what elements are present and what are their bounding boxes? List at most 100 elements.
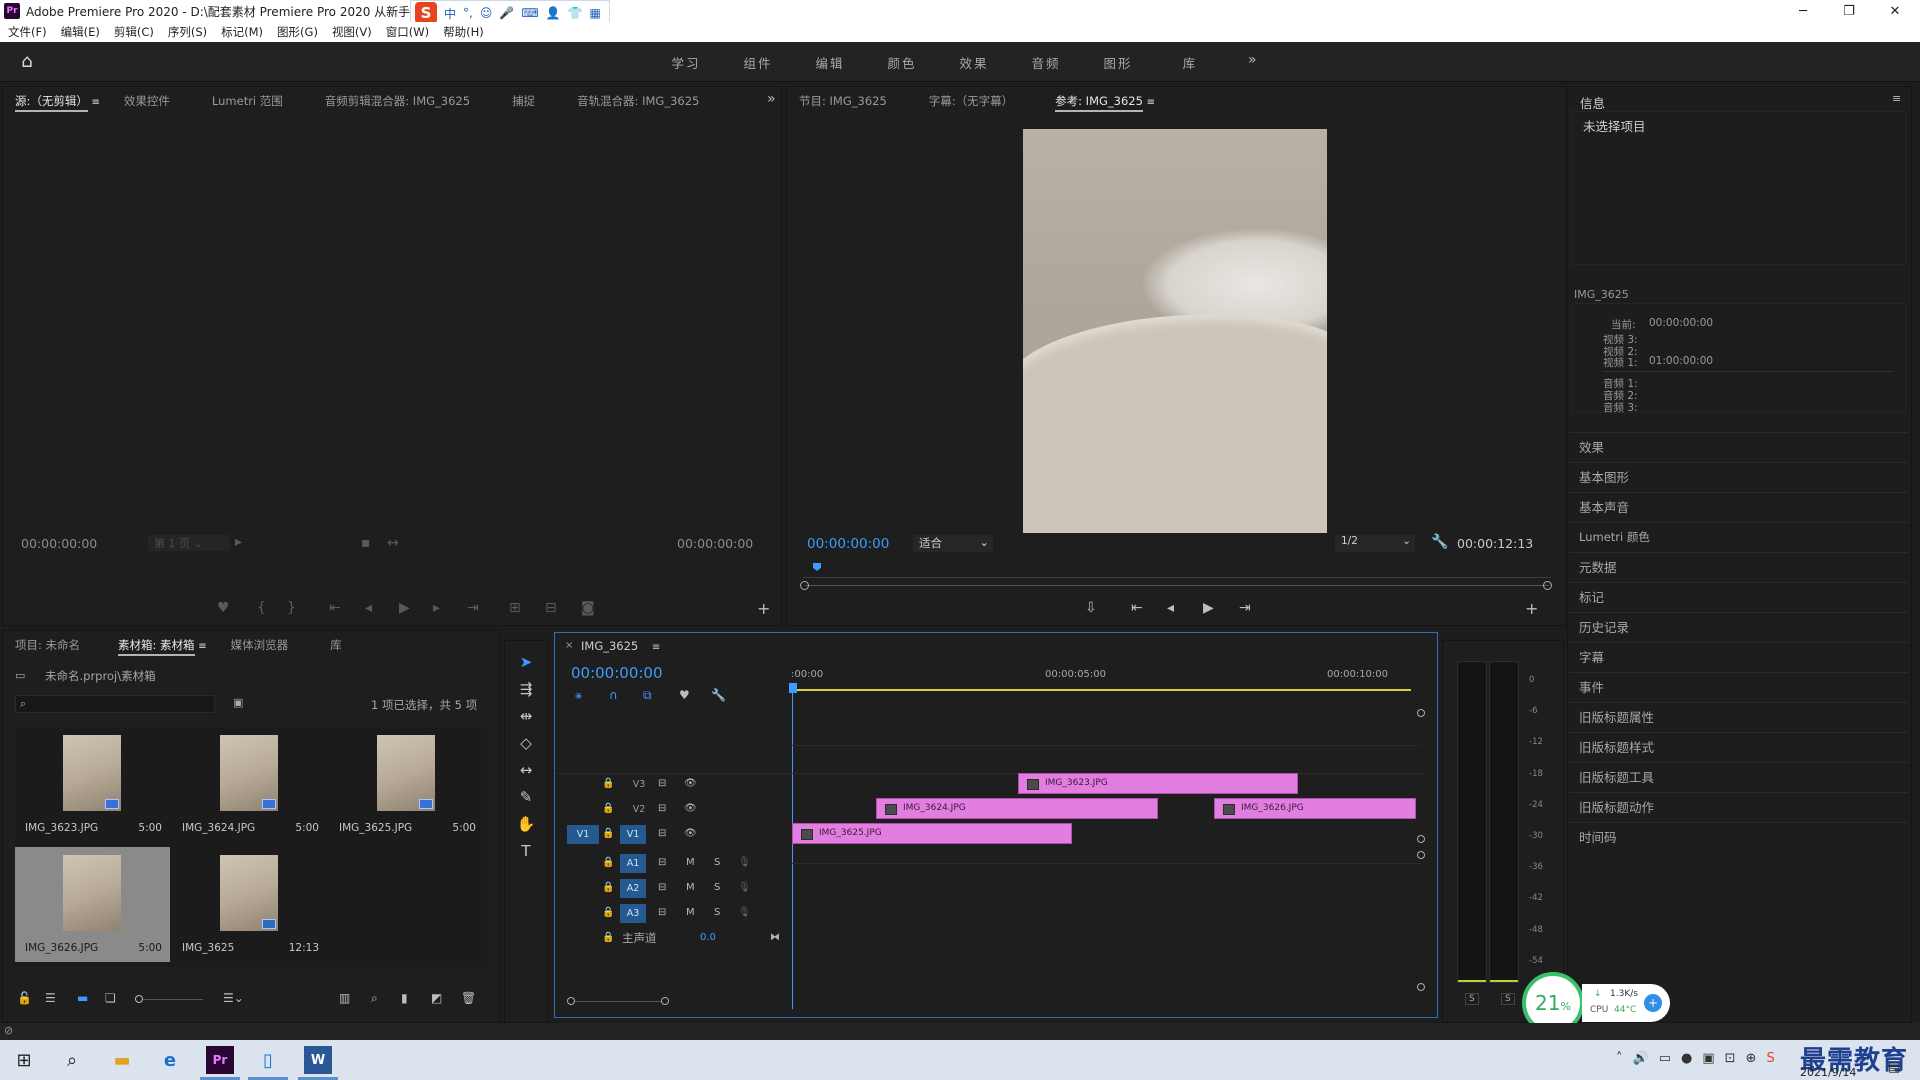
panel-history[interactable]: 历史记录 [1569, 612, 1909, 641]
bin-item[interactable]: IMG_3624.JPG 5:00 [172, 727, 327, 842]
track-lock-icon[interactable]: 🔒 [602, 803, 614, 814]
hand-tool-icon[interactable]: ✋ [515, 813, 537, 835]
source-insert-icon[interactable]: ⊞ [509, 600, 521, 616]
source-overwrite-icon[interactable]: ⊟ [545, 600, 557, 616]
ime-skin-icon[interactable]: 👕 [568, 6, 583, 20]
source-mark-out-icon[interactable]: } [287, 600, 296, 616]
new-search-bin-icon[interactable]: ▣ [233, 696, 243, 709]
tab-media-browser[interactable]: 媒体浏览器 [219, 633, 301, 657]
windows-start-icon[interactable]: ⊞ [10, 1046, 38, 1074]
toggle-track-output-eye-icon[interactable]: 👁 [684, 778, 697, 789]
zoom-slider-track[interactable] [143, 999, 203, 1000]
panel-effects[interactable]: 效果 [1569, 432, 1909, 461]
master-volume-value[interactable]: 0.0 [700, 932, 716, 943]
word-icon[interactable]: W [304, 1046, 332, 1074]
menu-edit[interactable]: 编辑(E) [61, 24, 100, 40]
snap-icon[interactable]: ∩ [609, 688, 618, 702]
timeline-clip[interactable]: IMG_3625.JPG [792, 823, 1072, 844]
slip-tool-icon[interactable]: ↔ [515, 759, 537, 781]
menu-marker[interactable]: 标记(M) [221, 24, 263, 40]
bin-item[interactable]: IMG_3625.JPG 5:00 [329, 727, 484, 842]
toggle-track-output-eye-icon[interactable]: 👁 [684, 803, 697, 814]
tab-project[interactable]: 项目: 未命名 [3, 633, 92, 657]
solo-track-button[interactable]: S [714, 857, 720, 868]
program-go-to-in-icon[interactable]: ⇤ [1131, 600, 1143, 616]
program-play-icon[interactable]: ▶ [1203, 600, 1214, 616]
project-lock-icon[interactable]: 🔓 [17, 991, 32, 1005]
panel-legacy-title-tools[interactable]: 旧版标题工具 [1569, 762, 1909, 791]
tray-volume-icon[interactable]: 🔊 [1633, 1051, 1649, 1066]
track-header-a1[interactable]: 🔒 A1 ⊟ M S 🎙 [556, 851, 792, 876]
ime-emoji-icon[interactable]: ☺ [480, 6, 493, 20]
work-area-bar[interactable] [791, 689, 1411, 691]
program-zoom-bar[interactable] [805, 585, 1549, 586]
track-header-v2[interactable]: 🔒 V2 ⊟ 👁 [556, 797, 792, 822]
program-lift-icon[interactable]: ⇩ [1085, 600, 1097, 616]
timeline-playhead-timecode[interactable]: 00:00:00:00 [571, 664, 663, 682]
workspace-color[interactable]: 颜色 [866, 53, 938, 72]
track-lock-icon[interactable]: 🔒 [602, 828, 614, 839]
bin-item[interactable]: IMG_3625 12:13 [172, 847, 327, 962]
program-zoom-select[interactable]: 适合 ⌄ [913, 535, 993, 552]
ime-voice-icon[interactable]: 🎤 [499, 6, 514, 20]
razor-tool-icon[interactable]: ◇ [515, 732, 537, 754]
workspace-assembly[interactable]: 组件 [722, 53, 794, 72]
boost-rocket-icon[interactable]: + [1644, 994, 1662, 1012]
audio-scroll-handle-top[interactable] [1417, 851, 1425, 859]
track-header-v1[interactable]: V1 🔒 V1 ⊟ 👁 [556, 822, 792, 847]
workspace-learn[interactable]: 学习 [650, 53, 722, 72]
ime-chinese-mode[interactable]: 中 [444, 5, 456, 22]
menu-view[interactable]: 视图(V) [332, 24, 372, 40]
track-lock-icon[interactable]: 🔒 [602, 778, 614, 789]
timeline-settings-wrench-icon[interactable]: 🔧 [711, 688, 726, 702]
source-go-to-out-icon[interactable]: ⇥ [467, 600, 479, 616]
voice-over-record-icon[interactable]: 🎙 [738, 907, 751, 918]
panel-events[interactable]: 事件 [1569, 672, 1909, 701]
linked-selection-icon[interactable]: ⧉ [643, 688, 652, 703]
source-drag-audio-icon[interactable]: ↔ [387, 535, 399, 551]
workspace-editing[interactable]: 编辑 [794, 53, 866, 72]
type-tool-icon[interactable]: T [515, 840, 537, 862]
ime-toolbox-icon[interactable]: ▦ [590, 6, 601, 20]
video-scroll-handle-top[interactable] [1417, 709, 1425, 717]
panel-legacy-title-properties[interactable]: 旧版标题属性 [1569, 702, 1909, 731]
mute-track-button[interactable]: M [686, 907, 695, 918]
menu-file[interactable]: 文件(F) [8, 24, 47, 40]
workspace-libraries[interactable]: 库 [1154, 53, 1226, 72]
pen-tool-icon[interactable]: ✎ [515, 786, 537, 808]
source-go-to-in-icon[interactable]: ⇤ [329, 600, 341, 616]
sync-lock-icon[interactable]: ⊟ [658, 778, 666, 789]
source-page-next-icon[interactable]: ▸ [235, 534, 242, 550]
source-step-forward-icon[interactable]: ▸ [433, 600, 440, 616]
bin-item-selected[interactable]: IMG_3626.JPG 5:00 [15, 847, 170, 962]
menu-graphics[interactable]: 图形(G) [277, 24, 318, 40]
track-header-a2[interactable]: 🔒 A2 ⊟ M S 🎙 [556, 876, 792, 901]
close-window-button[interactable]: ✕ [1872, 0, 1918, 22]
tray-network-icon[interactable]: ▭ [1659, 1051, 1671, 1066]
timeline-playhead-icon[interactable] [789, 683, 797, 693]
timeline-zoom-bar[interactable] [575, 1001, 661, 1002]
source-tabs-overflow-icon[interactable]: » [767, 91, 776, 107]
info-panel-menu-icon[interactable]: ≡ [1892, 92, 1901, 105]
voice-over-record-icon[interactable]: 🎙 [738, 882, 751, 893]
source-add-button-icon[interactable]: + [757, 599, 770, 618]
home-icon[interactable]: ⌂ [16, 52, 38, 72]
track-header-master[interactable]: 🔒 主声道 0.0 ⧓ [556, 926, 792, 951]
track-header-v3[interactable]: 🔒 V3 ⊟ 👁 [556, 772, 792, 797]
tab-audio-clip-mixer[interactable]: 音频剪辑混合器: IMG_3625 [295, 89, 482, 113]
source-export-frame-icon[interactable]: ◙ [581, 600, 595, 616]
sort-icons-icon[interactable]: ☰⌄ [223, 991, 244, 1005]
track-lock-icon[interactable]: 🔒 [602, 907, 614, 918]
workspace-audio[interactable]: 音频 [1010, 53, 1082, 72]
net-cpu-widget[interactable]: ↓ 1.3K/s CPU 44°C + [1582, 984, 1670, 1022]
timeline-clip[interactable]: IMG_3624.JPG [876, 798, 1158, 819]
tray-expand-icon[interactable]: ˄ [1616, 1051, 1623, 1066]
sync-lock-icon[interactable]: ⊟ [658, 882, 666, 893]
timeline-clip[interactable]: IMG_3623.JPG [1018, 773, 1298, 794]
icon-view-icon[interactable]: ▬ [77, 991, 88, 1005]
sequence-tab[interactable]: IMG_3625 ≡ [581, 639, 660, 653]
ime-keyboard-icon[interactable]: ⌨ [521, 6, 538, 20]
source-timecode[interactable]: 00:00:00:00 [21, 536, 97, 551]
program-resolution-select[interactable]: 1/2 ⌄ [1335, 535, 1415, 552]
freeform-view-icon[interactable]: ❏ [105, 991, 116, 1005]
